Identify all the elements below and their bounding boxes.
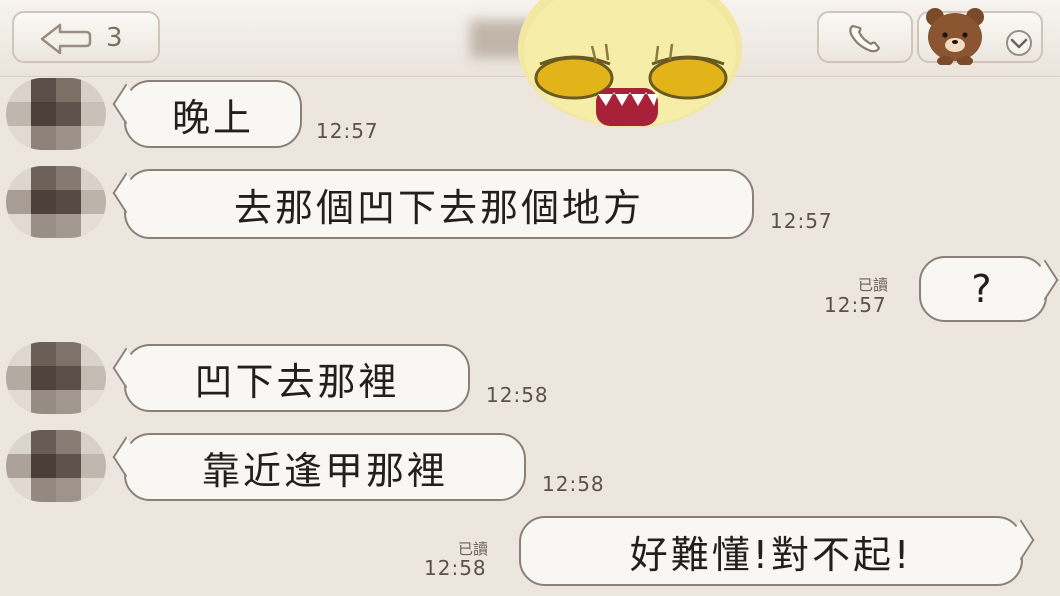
message-bubble[interactable]: 凹下去那裡 (112, 344, 470, 412)
back-arrow-icon (40, 23, 92, 55)
back-button[interactable]: 3 (12, 11, 160, 63)
avatar[interactable] (6, 166, 106, 238)
message-time: 12:58 (486, 383, 549, 407)
menu-button[interactable] (917, 8, 1043, 65)
bear-sticker-dropdown-icon (926, 8, 1032, 65)
chat-header: 3 (0, 0, 1060, 128)
message-bubble[interactable]: 靠近逢甲那裡 (112, 433, 526, 501)
phone-icon (849, 24, 881, 53)
avatar[interactable] (6, 342, 106, 414)
call-button[interactable] (817, 11, 913, 63)
message-time: 12:57 (770, 209, 833, 233)
avatar[interactable] (6, 430, 106, 502)
message-time: 12:58 (424, 556, 487, 580)
message-time: 12:57 (824, 293, 887, 317)
yawning-face-sticker (518, 0, 742, 128)
unread-count: 3 (106, 23, 123, 53)
message-bubble[interactable]: 好難懂!對不起! (519, 516, 1035, 586)
read-receipt: 已讀 (858, 276, 889, 294)
avatar[interactable] (6, 78, 106, 150)
message-time: 12:58 (542, 472, 605, 496)
message-time: 12:57 (316, 119, 379, 143)
message-bubble[interactable]: ? (919, 256, 1059, 322)
message-bubble[interactable]: 去那個凹下去那個地方 (112, 169, 754, 239)
message-bubble[interactable]: 晚上 (112, 80, 302, 148)
